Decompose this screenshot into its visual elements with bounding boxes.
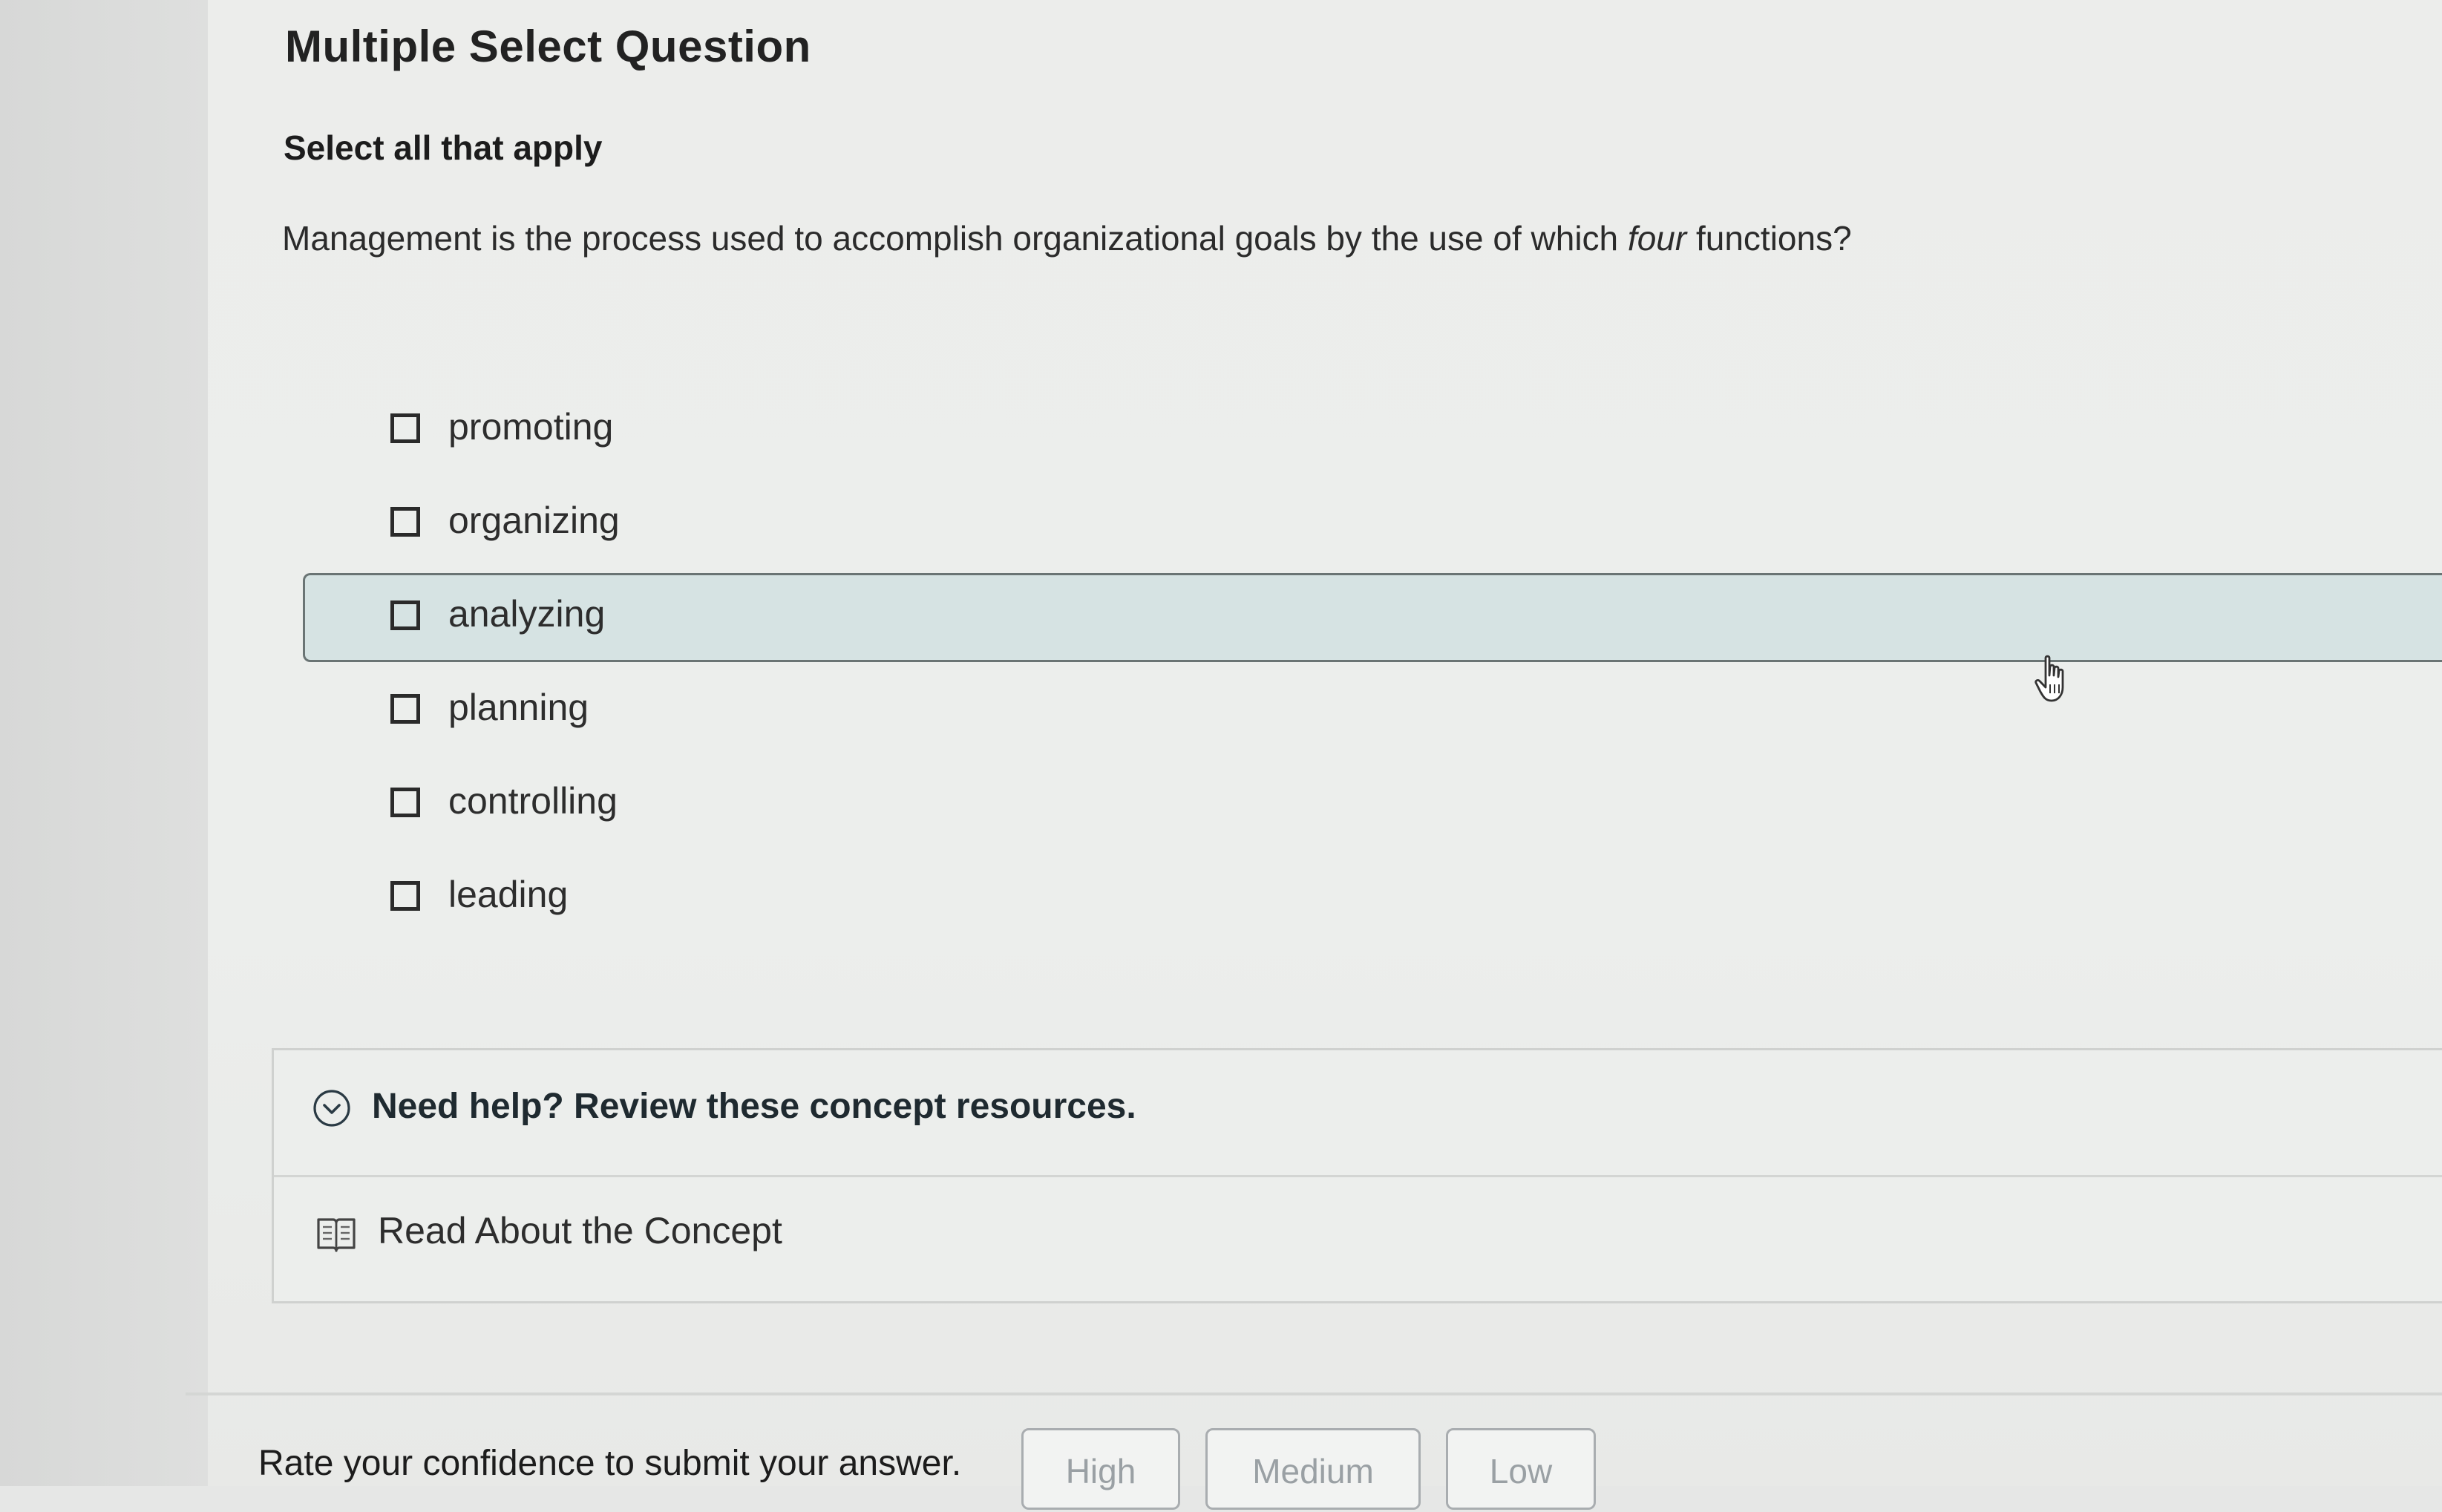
confidence-low-button[interactable]: Low [1446, 1428, 1596, 1510]
question-prompt: Management is the process used to accomp… [282, 218, 1852, 258]
hand-cursor-icon [2035, 655, 2064, 702]
checkbox[interactable] [390, 413, 420, 443]
option-label: organizing [448, 500, 620, 541]
checkbox[interactable] [390, 881, 420, 911]
checkbox[interactable] [390, 507, 420, 537]
option-label: leading [448, 874, 569, 915]
option-controlling[interactable]: controlling [303, 760, 2442, 849]
question-instruction: Select all that apply [284, 128, 603, 167]
option-leading[interactable]: leading [303, 854, 2442, 943]
read-about-concept-link[interactable]: Read About the Concept [274, 1176, 2442, 1304]
confidence-prompt: Rate your confidence to submit your answ… [258, 1444, 962, 1483]
question-type-label: Multiple Select Question [285, 22, 811, 71]
confidence-high-button[interactable]: High [1021, 1428, 1180, 1510]
open-book-icon [317, 1218, 356, 1252]
checkbox[interactable] [390, 788, 420, 817]
confidence-medium-button[interactable]: Medium [1205, 1428, 1421, 1510]
left-gutter [0, 0, 208, 1486]
read-about-concept-label: Read About the Concept [378, 1210, 782, 1251]
checkbox[interactable] [390, 694, 420, 724]
section-divider [186, 1392, 2442, 1395]
concept-resources-title: Need help? Review these concept resource… [372, 1087, 1136, 1126]
option-label: planning [448, 687, 589, 728]
option-promoting[interactable]: promoting [303, 386, 2442, 475]
option-label: analyzing [448, 593, 606, 635]
option-label: controlling [448, 780, 618, 822]
chevron-down-circle-icon [313, 1090, 350, 1127]
option-planning[interactable]: planning [303, 667, 2442, 756]
concept-resources-toggle[interactable]: Need help? Review these concept resource… [274, 1050, 2442, 1177]
prompt-text-end: functions? [1686, 219, 1852, 258]
checkbox[interactable] [390, 600, 420, 630]
option-organizing[interactable]: organizing [303, 480, 2442, 569]
prompt-emphasis: four [1627, 219, 1687, 258]
option-analyzing[interactable]: analyzing [303, 573, 2442, 662]
option-label: promoting [448, 406, 614, 448]
concept-resources-panel: Need help? Review these concept resource… [272, 1048, 2442, 1303]
prompt-text-start: Management is the process used to accomp… [282, 219, 1628, 258]
